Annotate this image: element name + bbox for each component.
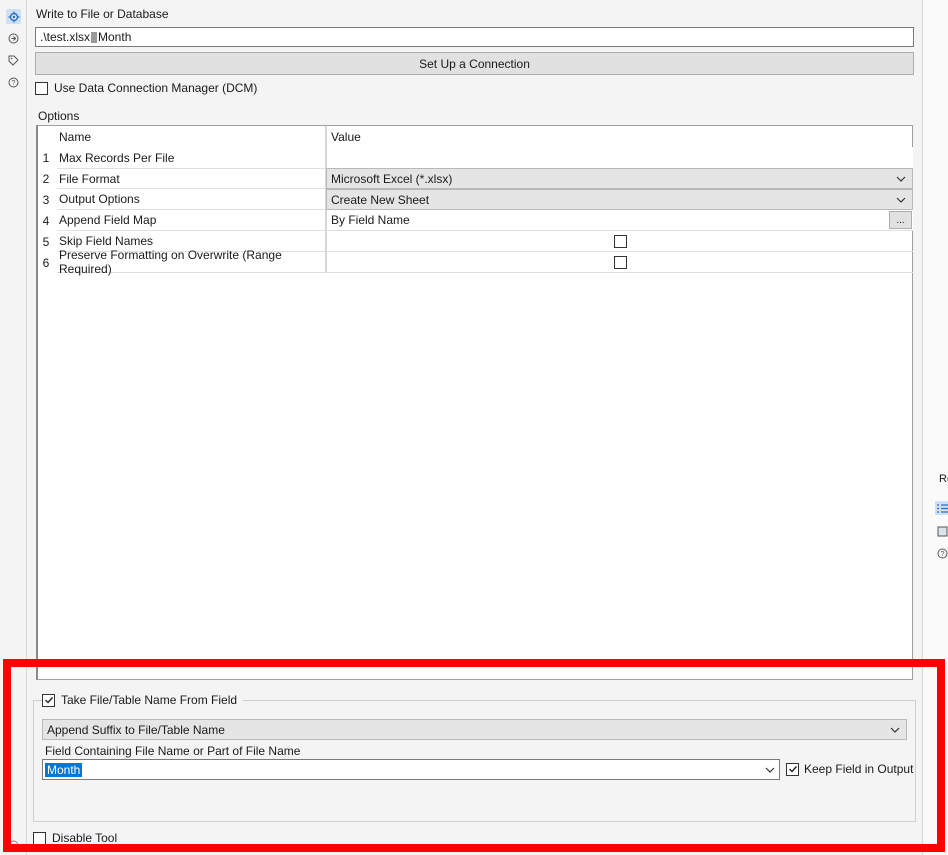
grid-row: 4 Append Field Map By Field Name ...: [38, 210, 913, 231]
configuration-panel: Write to File or Database .\test.xlsx Mo…: [28, 0, 921, 855]
chevron-down-icon[interactable]: [765, 765, 775, 775]
row-name: Preserve Formatting on Overwrite (Range …: [57, 248, 325, 276]
keep-field-checkbox[interactable]: [786, 762, 799, 776]
field-name-combobox[interactable]: Month: [42, 759, 780, 780]
svg-text:?: ?: [12, 80, 16, 87]
column-divider: [325, 126, 326, 273]
take-name-checkbox[interactable]: [42, 693, 55, 707]
append-field-map-value: By Field Name: [331, 213, 410, 227]
chevron-down-icon: [896, 176, 906, 182]
options-label: Options: [38, 109, 80, 123]
row-number: 6: [42, 255, 50, 270]
append-field-map-cell: By Field Name ...: [326, 210, 913, 231]
output-options-value: Create New Sheet: [331, 192, 430, 207]
separator-caret: [91, 31, 98, 43]
row-number: 2: [42, 171, 50, 186]
checkmark-icon: [44, 697, 53, 704]
disable-tool-checkbox[interactable]: [33, 831, 46, 845]
file-format-dropdown[interactable]: Microsoft Excel (*.xlsx): [326, 168, 913, 189]
disable-tool-label: Disable Tool: [52, 831, 118, 845]
disable-tool-row: Disable Tool: [33, 831, 117, 845]
help-icon[interactable]: ?: [6, 75, 21, 90]
preserve-formatting-checkbox[interactable]: [613, 255, 627, 269]
gear-icon[interactable]: [6, 9, 21, 24]
list-icon[interactable]: [935, 501, 948, 515]
dcm-row: Use Data Connection Manager (DCM): [35, 81, 257, 95]
row-number: 1: [42, 150, 50, 165]
output-options-dropdown[interactable]: Create New Sheet: [326, 189, 913, 210]
write-section-title: Write to File or Database: [36, 7, 169, 21]
preserve-formatting-cell: [326, 252, 913, 273]
checkmark-icon: [788, 766, 797, 773]
row-number: 3: [42, 192, 50, 207]
take-name-row: Take File/Table Name From Field: [42, 693, 244, 707]
ellipsis-button[interactable]: ...: [889, 211, 912, 229]
chevron-down-icon: [890, 727, 900, 733]
svg-text:?: ?: [940, 551, 944, 558]
right-panel-label: Re: [939, 473, 948, 485]
row-name: Append Field Map: [57, 210, 325, 231]
row-name: Output Options: [57, 189, 325, 210]
name-mode-value: Append Suffix to File/Table Name: [47, 722, 225, 737]
grid-row: 2 File Format Microsoft Excel (*.xlsx): [38, 168, 913, 189]
grid-header: Name Value: [38, 126, 913, 147]
right-side-panel: Re ?: [922, 0, 948, 855]
max-records-input[interactable]: [326, 147, 913, 168]
path-suffix: Month: [98, 30, 132, 44]
take-name-label: Take File/Table Name From Field: [61, 693, 238, 707]
dcm-checkbox[interactable]: [35, 81, 48, 95]
grid-row: 1 Max Records Per File: [38, 147, 913, 168]
options-grid: Name Value 1 Max Records Per File 2 File…: [36, 125, 913, 680]
row-name: File Format: [57, 168, 325, 189]
header-name: Name: [59, 129, 92, 144]
setup-connection-button[interactable]: Set Up a Connection: [35, 52, 914, 75]
row-number: 5: [42, 234, 50, 249]
grid-row: 3 Output Options Create New Sheet: [38, 189, 913, 210]
connections-icon[interactable]: [6, 31, 21, 46]
row-number: 4: [42, 213, 50, 228]
left-icon-bar: ?: [0, 0, 27, 855]
field-containing-label: Field Containing File Name or Part of Fi…: [45, 744, 301, 758]
grid-row: 6 Preserve Formatting on Overwrite (Rang…: [38, 248, 913, 276]
chevron-down-icon: [896, 197, 906, 203]
output-path-input[interactable]: .\test.xlsx Month: [35, 27, 914, 47]
keep-field-row: Keep Field in Output: [786, 762, 913, 776]
row-name: Max Records Per File: [59, 150, 175, 165]
keep-field-label: Keep Field in Output: [804, 762, 914, 776]
field-name-value: Month: [45, 762, 83, 777]
tag-icon[interactable]: [6, 53, 21, 68]
panel-icon[interactable]: [935, 524, 948, 538]
skip-field-names-cell: [326, 231, 913, 252]
dcm-label: Use Data Connection Manager (DCM): [54, 81, 258, 95]
skip-field-names-checkbox[interactable]: [613, 234, 627, 248]
help-icon[interactable]: ?: [935, 546, 948, 560]
name-mode-dropdown[interactable]: Append Suffix to File/Table Name: [42, 719, 907, 740]
file-format-value: Microsoft Excel (*.xlsx): [331, 171, 453, 186]
path-prefix: .\test.xlsx: [40, 30, 91, 44]
header-value: Value: [326, 126, 913, 147]
collapse-icon[interactable]: [6, 838, 21, 853]
